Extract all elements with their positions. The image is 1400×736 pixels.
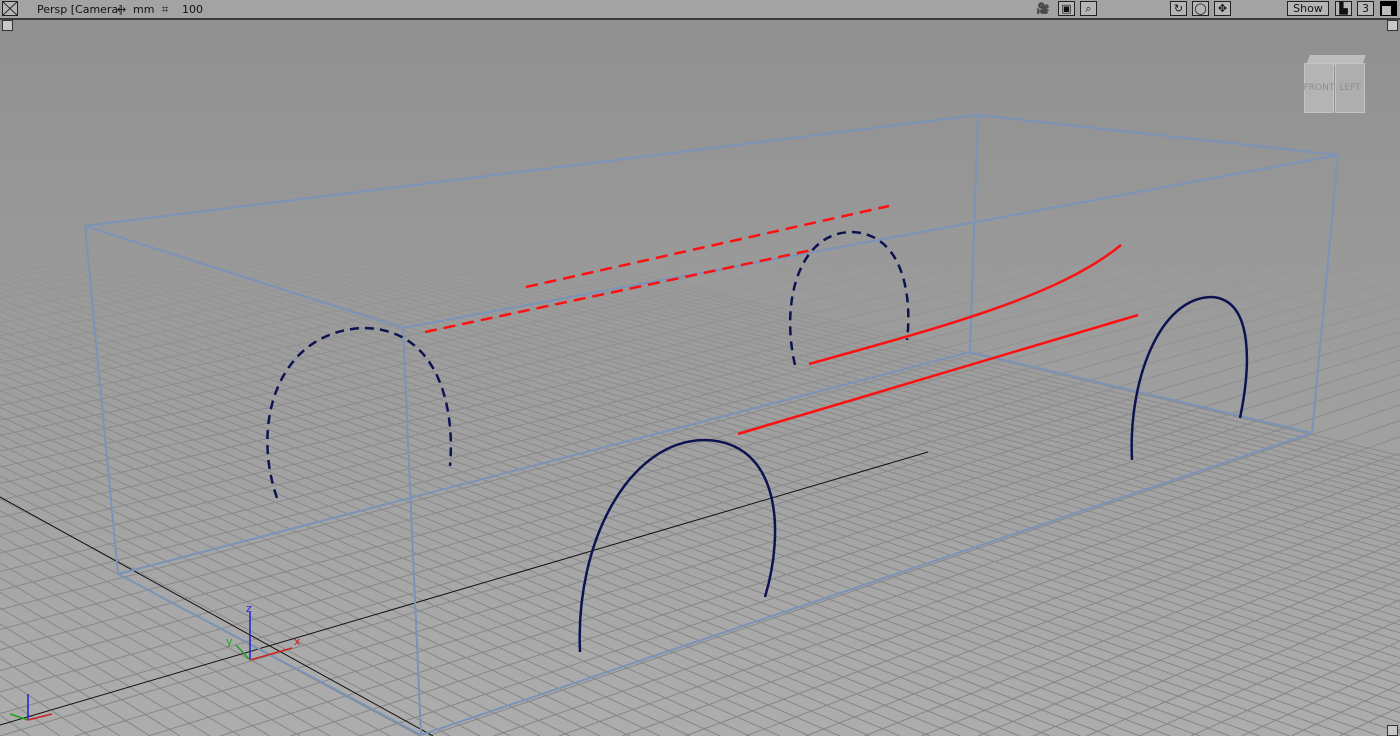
grid-line <box>0 464 541 736</box>
grid-line <box>0 298 1171 736</box>
frame-icon[interactable]: ◯ <box>1192 1 1209 16</box>
grid-line <box>0 132 1400 477</box>
grid-line <box>0 192 1400 603</box>
view-cube-front[interactable]: FRONT <box>1304 63 1334 113</box>
grid-line <box>0 20 455 69</box>
view-cube[interactable]: FRONT LEFT <box>1304 55 1366 117</box>
grid-line <box>0 336 991 736</box>
camera-icon[interactable]: ▣ <box>1058 1 1075 16</box>
grid-line <box>0 675 91 736</box>
grid-line <box>0 138 1400 436</box>
grid-spacing-value[interactable]: 100 <box>182 2 203 17</box>
grid-line <box>0 42 1400 275</box>
x-axis-label: x <box>294 635 301 648</box>
grid-line <box>0 694 61 736</box>
grid-line <box>0 103 1400 377</box>
scene: z x y <box>0 20 1400 736</box>
grid-line <box>0 20 110 31</box>
grid-line <box>0 20 1067 162</box>
grid-line <box>0 20 564 83</box>
viewport-corner-handle[interactable] <box>1387 20 1398 31</box>
z-axis-label: z <box>246 602 252 615</box>
grid-line <box>0 20 286 49</box>
rotate-icon[interactable]: ↻ <box>1170 1 1187 16</box>
pan-move-icon[interactable]: ✥ <box>1214 1 1231 16</box>
window-toggle-icon[interactable] <box>1380 1 1397 16</box>
y-axis-label: y <box>226 635 233 648</box>
perspective-viewport[interactable]: z x y FRONT LEFT <box>0 20 1400 736</box>
grid-line <box>0 20 399 62</box>
grid-line <box>0 255 1400 734</box>
grid-line <box>0 167 1400 484</box>
grid-line <box>864 522 1400 736</box>
grid-line <box>0 486 481 736</box>
grid-line <box>0 20 228 43</box>
grid-line <box>0 434 631 736</box>
viewport-toolbar: Persp [Camera] ↔ mm ⌗ 100 🎥 ▣ ⌕ ↻ ◯ ✥ Sh… <box>0 0 1400 20</box>
ruler-icon[interactable]: ▙ <box>1335 1 1352 16</box>
grid-line <box>921 541 1400 736</box>
grid-line <box>0 20 671 97</box>
grid-line <box>0 156 1400 528</box>
arch-curve-rear-left[interactable] <box>266 326 453 499</box>
alias-viewport-window: Persp [Camera] ↔ mm ⌗ 100 🎥 ▣ ⌕ ↻ ◯ ✥ Sh… <box>0 0 1400 736</box>
grid-spacing-icon: ⌗ <box>162 2 169 16</box>
units-label[interactable]: mm <box>133 2 154 17</box>
grid-line <box>0 576 271 736</box>
layer-count-button[interactable]: 3 <box>1357 1 1374 16</box>
grid-line <box>745 486 1400 736</box>
grid-line <box>1086 599 1400 736</box>
grid-line <box>0 522 391 736</box>
viewport-corner-handle[interactable] <box>2 20 13 31</box>
grid-line <box>0 124 1400 462</box>
grid-line <box>0 398 751 736</box>
red-curve[interactable] <box>808 244 1122 366</box>
grid-line <box>0 159 1400 534</box>
grid-line <box>0 358 901 736</box>
zoom-icon[interactable]: ⌕ <box>1080 1 1097 16</box>
grid-line <box>0 169 1400 554</box>
grid-line <box>0 640 151 736</box>
grid-line <box>0 20 723 105</box>
close-window-icon[interactable] <box>2 1 18 16</box>
grid-line <box>0 292 1201 736</box>
grid-line <box>0 237 1400 695</box>
view-cube-left[interactable]: LEFT <box>1335 63 1365 113</box>
ground-grid <box>0 20 1400 736</box>
grid-line <box>0 20 825 120</box>
grid-line <box>0 187 1400 518</box>
grid-line <box>0 281 1261 736</box>
grid-line <box>0 20 1114 172</box>
grid-line <box>0 323 1051 736</box>
grid-line <box>0 145 1400 505</box>
grid-line <box>0 260 1381 736</box>
double-arrow-icon: ↔ <box>117 3 127 16</box>
grid-line <box>0 20 618 90</box>
grid-line <box>0 137 1400 488</box>
grid-line <box>0 166 1400 547</box>
grid-line <box>0 373 841 736</box>
grid-line <box>0 444 601 736</box>
grid-line <box>0 111 1400 392</box>
grid-line <box>0 182 1400 581</box>
grid-line <box>0 215 1400 650</box>
grid-line <box>0 714 31 736</box>
grid-line <box>0 20 1249 200</box>
grid-line <box>1291 683 1400 736</box>
grid-line <box>0 20 774 112</box>
show-button[interactable]: Show <box>1287 1 1329 16</box>
grid-line <box>0 224 1400 667</box>
grid-line <box>0 351 931 736</box>
viewport-corner-handle[interactable] <box>1387 725 1398 736</box>
camera-tumble-icon[interactable]: 🎥 <box>1034 1 1052 16</box>
view-name[interactable]: Persp [Camera] <box>37 2 123 17</box>
grid-line <box>0 56 1400 299</box>
grid-line <box>0 142 1400 499</box>
grid-line <box>0 20 973 145</box>
